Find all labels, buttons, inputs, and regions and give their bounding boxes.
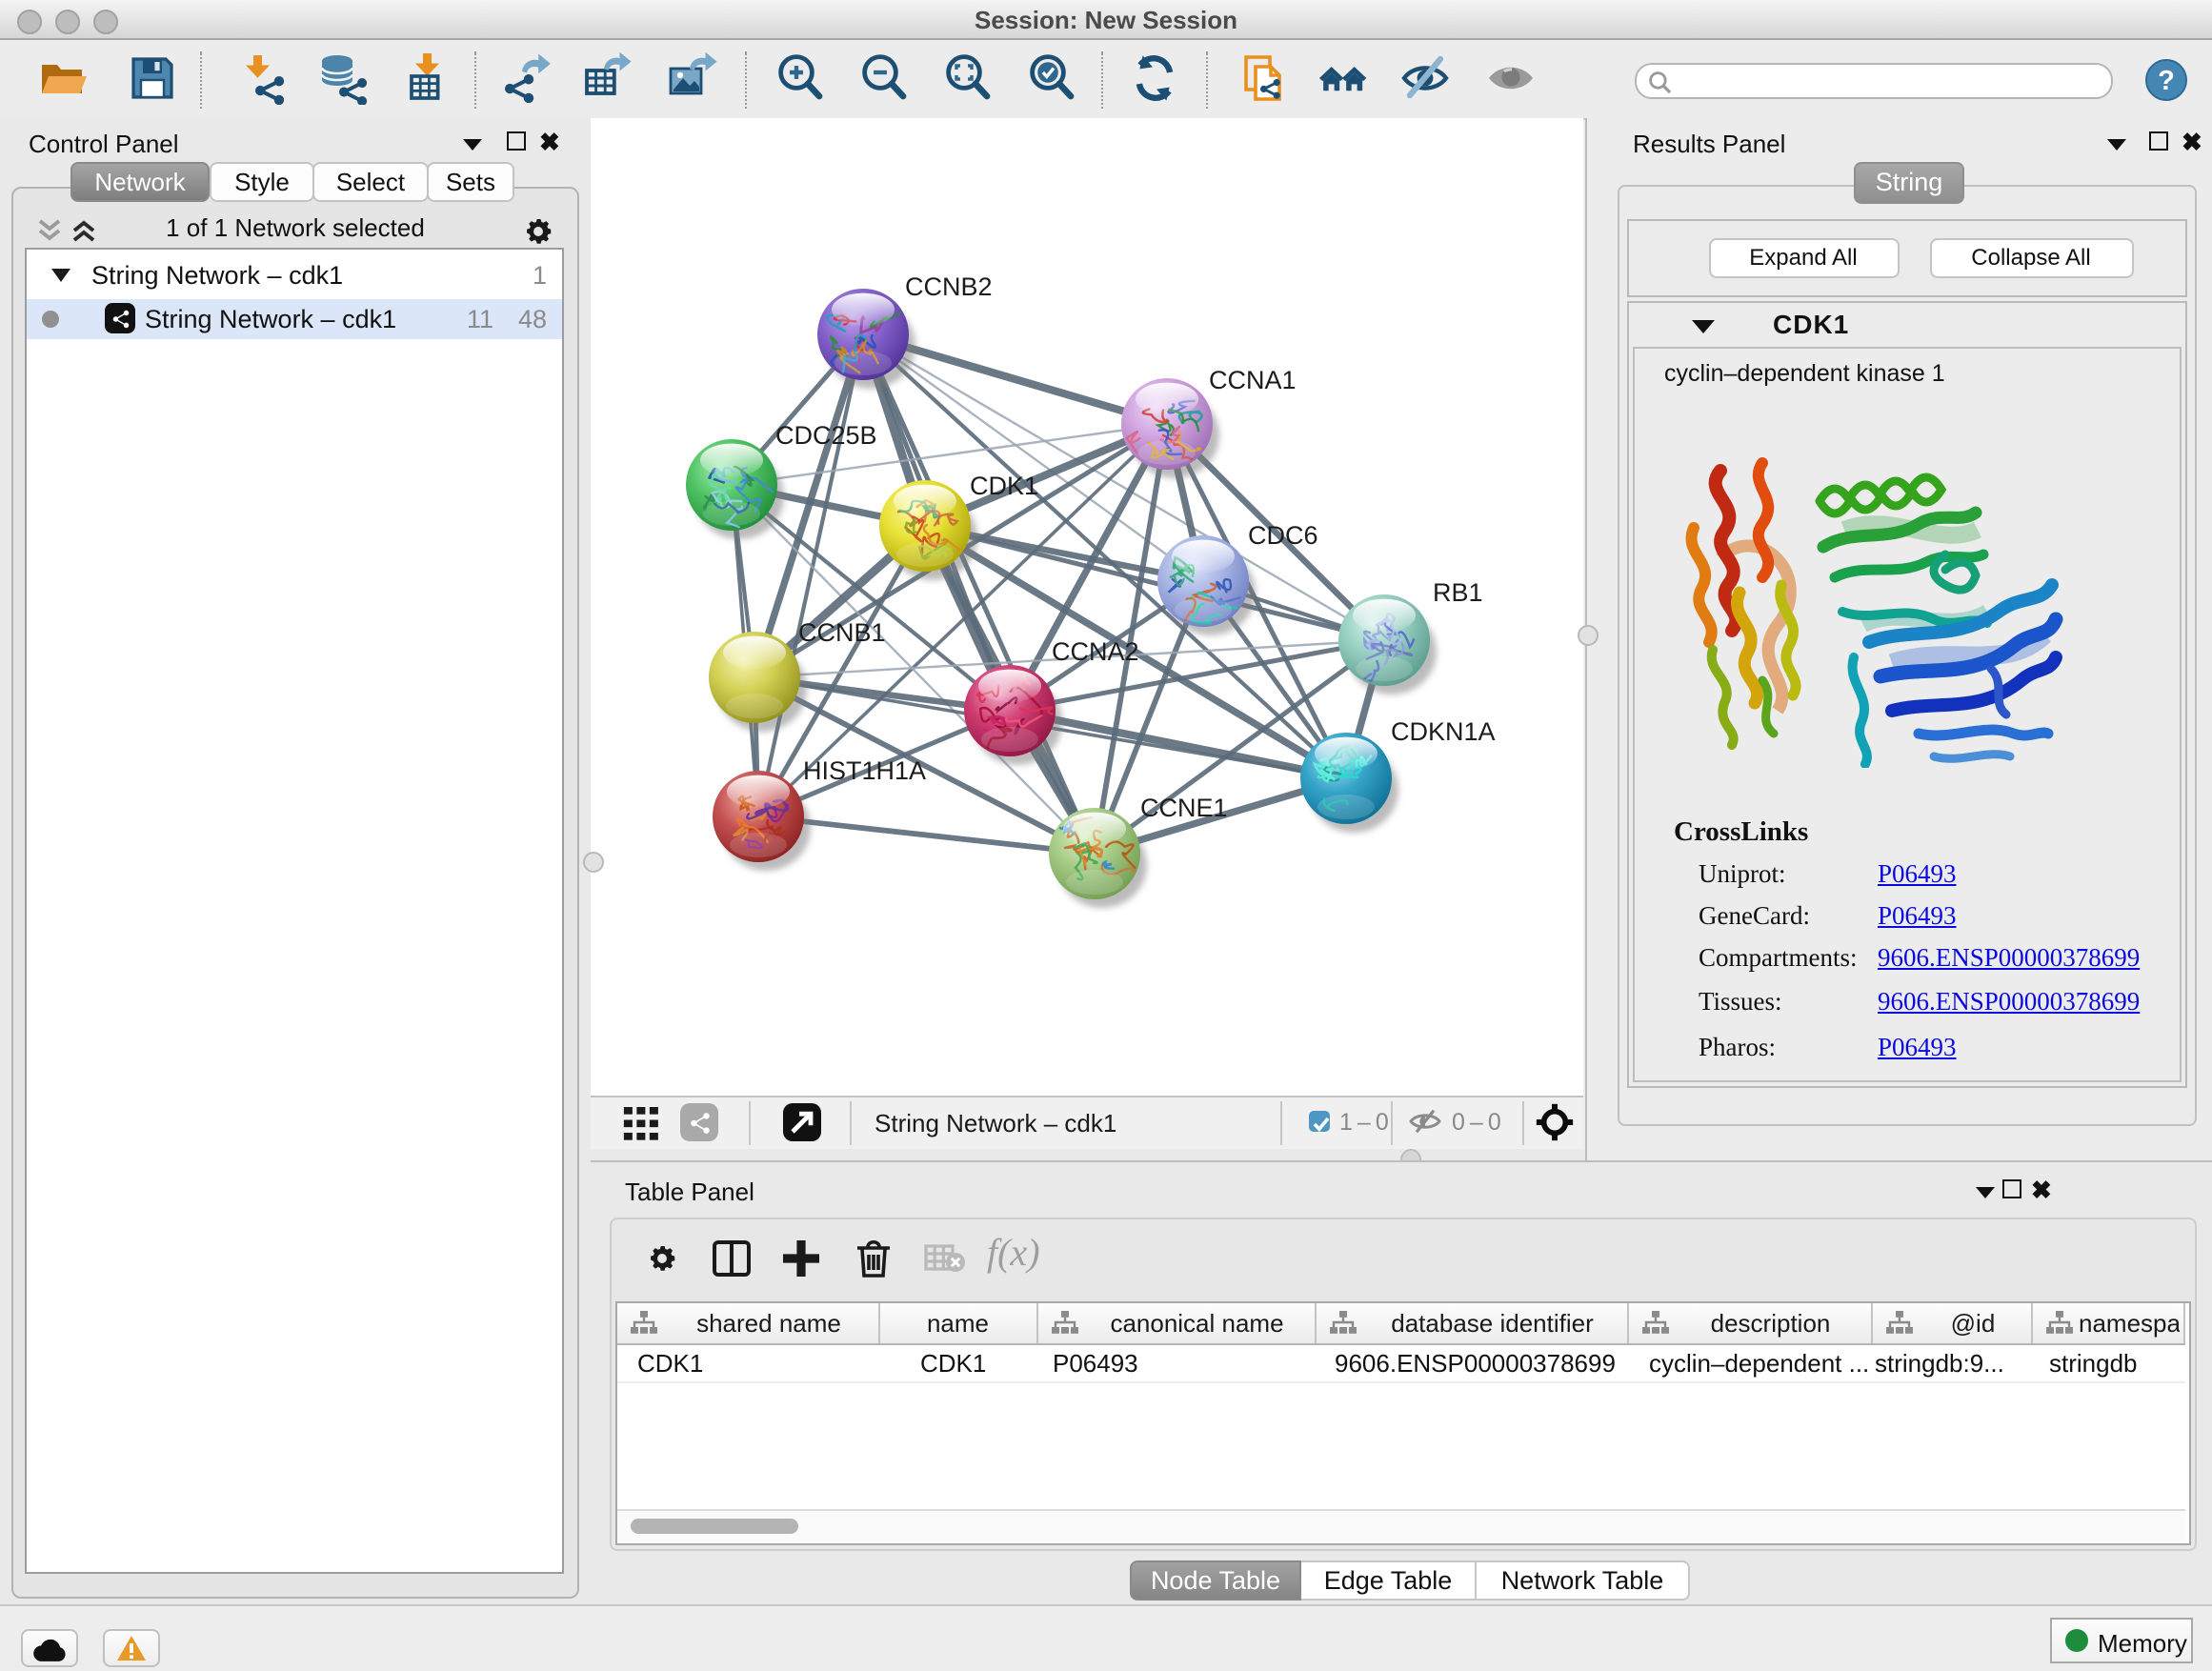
svg-text:?: ? [2158, 66, 2175, 96]
svg-text:HIST1H1A: HIST1H1A [803, 756, 926, 785]
svg-text:CDKN1A: CDKN1A [1391, 717, 1496, 746]
svg-text:RB1: RB1 [1433, 578, 1483, 607]
svg-text:CCNA1: CCNA1 [1209, 366, 1297, 394]
svg-text:CCNE1: CCNE1 [1140, 794, 1228, 822]
svg-text:CDC6: CDC6 [1248, 521, 1318, 550]
svg-text:CCNB1: CCNB1 [798, 618, 886, 647]
svg-text:CCNA2: CCNA2 [1052, 637, 1139, 666]
svg-text:CDK1: CDK1 [970, 472, 1038, 500]
svg-text:CCNB2: CCNB2 [905, 272, 993, 301]
svg-text:CDC25B: CDC25B [775, 421, 877, 450]
